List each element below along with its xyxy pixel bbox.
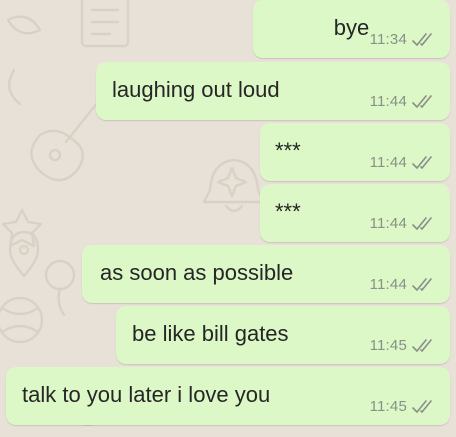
message-meta: 11:44 xyxy=(370,276,438,293)
double-check-icon xyxy=(412,155,432,169)
double-check-icon xyxy=(412,216,432,230)
double-check-icon xyxy=(412,277,432,291)
message-bubble-outgoing[interactable]: be like bill gates 11:45 xyxy=(116,306,450,364)
message-bubble-outgoing[interactable]: bye 11:34 xyxy=(253,0,450,58)
double-check-icon xyxy=(412,32,432,46)
message-meta: 11:44 xyxy=(370,215,438,232)
message-meta: 11:44 xyxy=(370,154,438,171)
message-meta: 11:44 xyxy=(370,93,438,110)
message-bubble-outgoing[interactable]: laughing out loud 11:44 xyxy=(96,62,450,120)
message-time: 11:44 xyxy=(369,215,407,232)
message-time: 11:45 xyxy=(369,398,407,415)
chat-messages: bye 11:34 laughing out loud 11:44 *** 11… xyxy=(0,0,456,437)
double-check-icon xyxy=(412,399,432,413)
message-meta: 11:34 xyxy=(370,31,438,48)
message-time: 11:34 xyxy=(369,31,407,48)
message-bubble-outgoing[interactable]: *** 11:44 xyxy=(260,184,450,242)
message-meta: 11:45 xyxy=(370,337,438,354)
message-time: 11:44 xyxy=(369,93,407,110)
double-check-icon xyxy=(412,94,432,108)
message-time: 11:45 xyxy=(369,337,407,354)
message-bubble-outgoing[interactable]: as soon as possible 11:44 xyxy=(82,245,450,303)
message-time: 11:44 xyxy=(369,276,407,293)
double-check-icon xyxy=(412,338,432,352)
message-bubble-outgoing[interactable]: *** 11:44 xyxy=(260,123,450,181)
message-meta: 11:45 xyxy=(370,398,438,415)
message-bubble-outgoing[interactable]: talk to you later i love you 11:45 xyxy=(6,367,450,425)
message-time: 11:44 xyxy=(369,154,407,171)
